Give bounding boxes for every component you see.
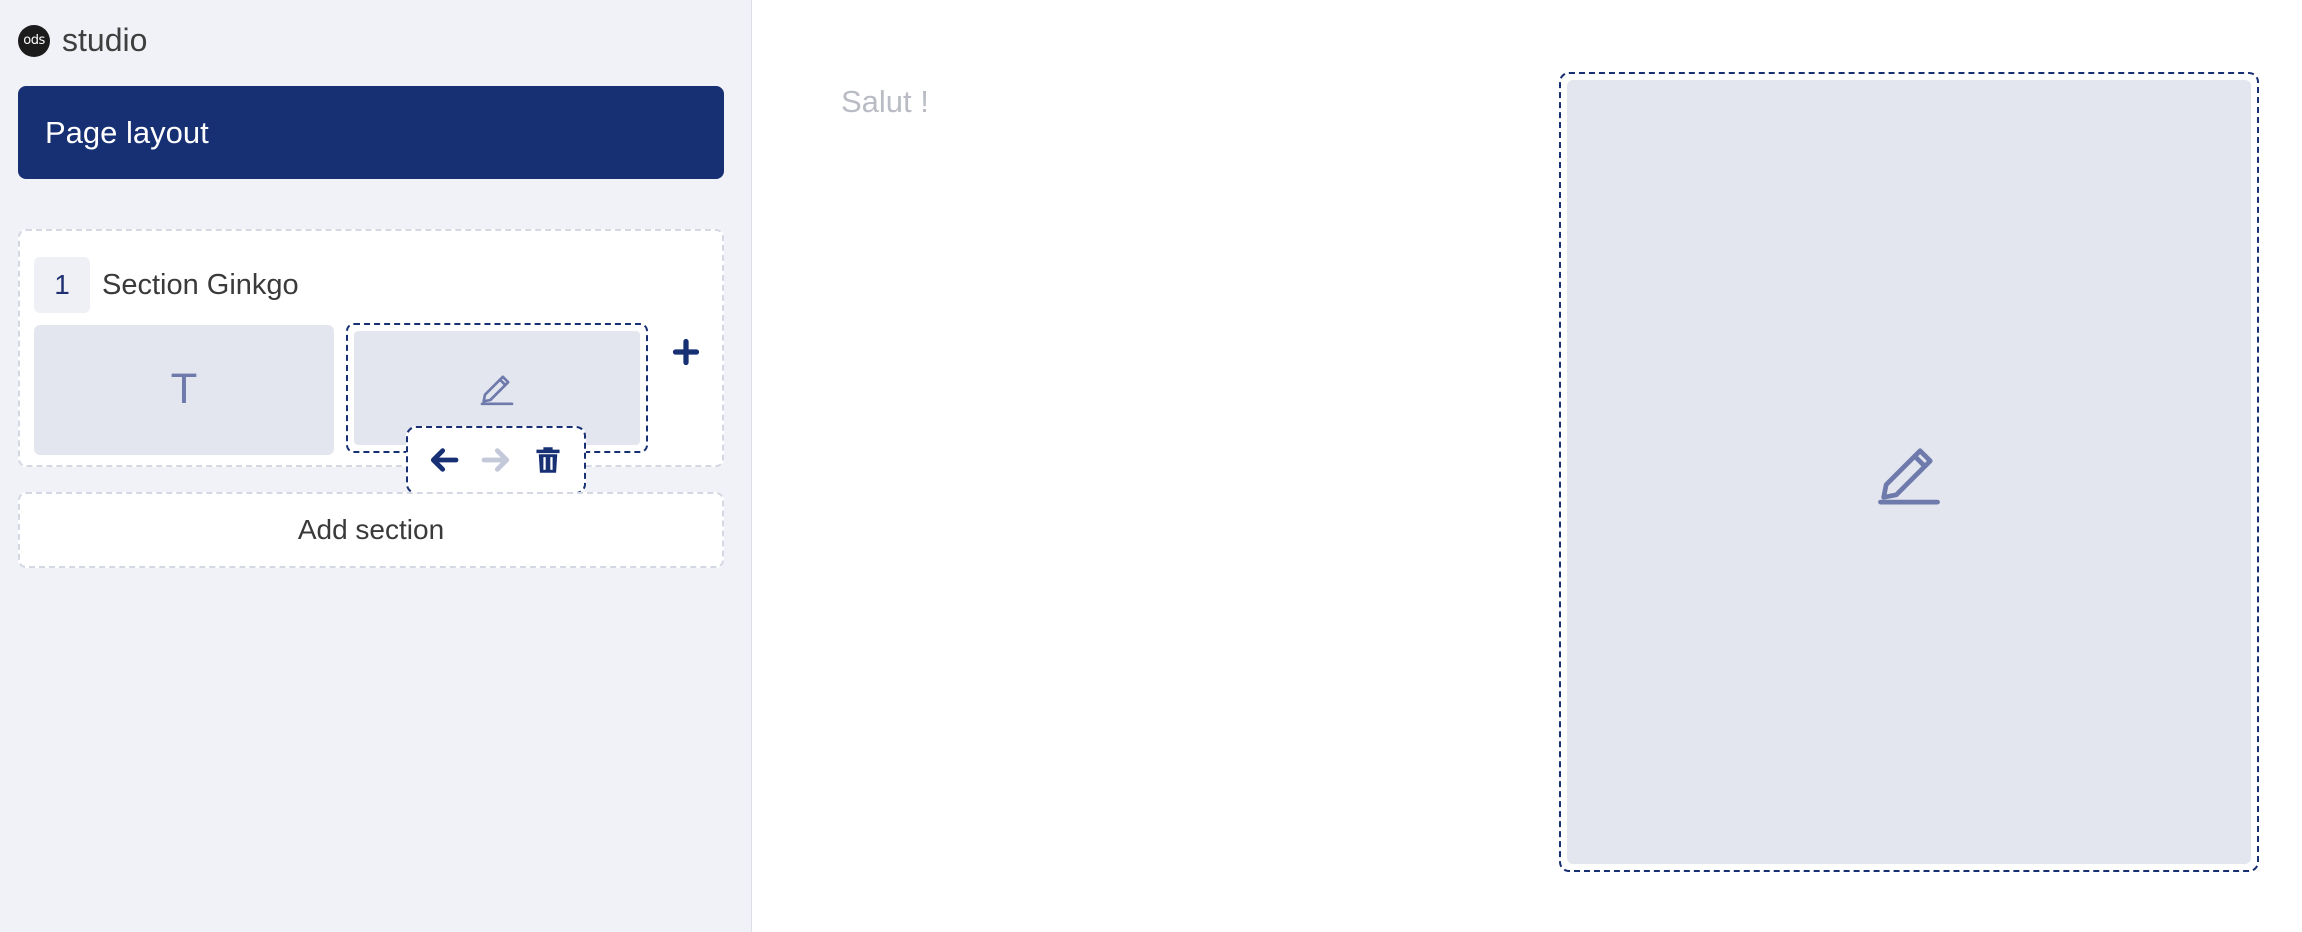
page-canvas: Salut ! [753, 0, 2302, 932]
text-icon: T [171, 367, 197, 413]
text-block[interactable]: T [34, 325, 334, 455]
plus-icon [672, 338, 700, 366]
app-logo[interactable]: ods studio [18, 22, 147, 59]
section-name[interactable]: Section Ginkgo [102, 269, 299, 302]
trash-icon [536, 447, 560, 473]
page-layout-label: Page layout [45, 114, 209, 150]
page-layout-button[interactable]: Page layout [18, 86, 724, 179]
add-section-button[interactable]: Add section [18, 492, 724, 568]
arrow-left-icon [430, 448, 459, 472]
preview-edit-block[interactable] [1567, 80, 2251, 864]
logo-mark: ods [18, 24, 50, 57]
greeting-text[interactable]: Salut ! [841, 84, 929, 120]
preview-block-frame[interactable] [1559, 72, 2259, 872]
section-number: 1 [34, 257, 90, 313]
add-block-button[interactable] [670, 336, 702, 368]
sidebar: ods studio Page layout 1 Section Ginkgo … [0, 0, 752, 932]
section-card[interactable]: 1 Section Ginkgo T [18, 229, 724, 467]
pencil-icon [1878, 448, 1940, 505]
move-right-button[interactable] [476, 440, 516, 480]
block-toolbar [406, 426, 586, 494]
app-title: studio [62, 22, 148, 58]
add-section-label: Add section [297, 514, 445, 545]
pencil-icon [480, 375, 514, 406]
arrow-right-icon [481, 448, 510, 472]
delete-block-button[interactable] [528, 440, 568, 480]
move-left-button[interactable] [424, 440, 464, 480]
